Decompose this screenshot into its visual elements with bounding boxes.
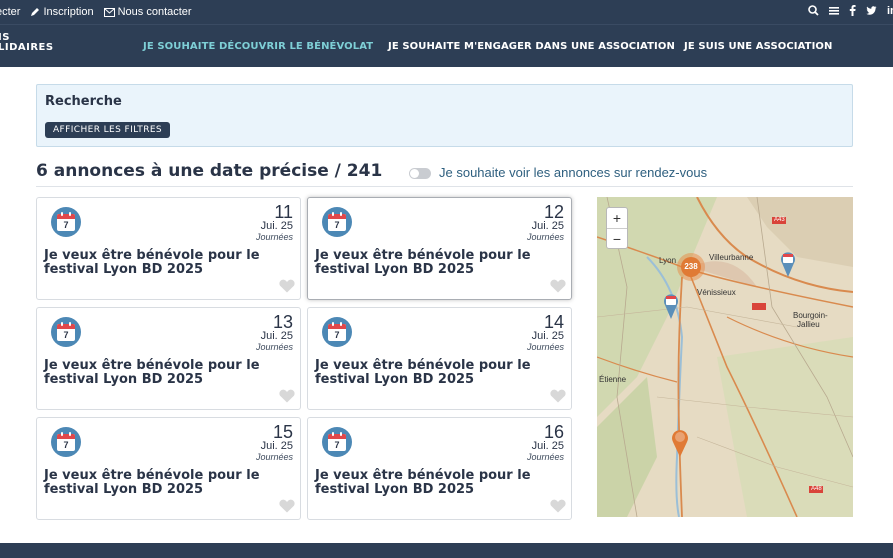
card-month: Jui. 25: [531, 220, 564, 232]
calendar-icon: 7: [322, 317, 352, 347]
menu-icon[interactable]: [829, 5, 839, 16]
card-date: 11 Jui. 25 Journées: [256, 203, 293, 243]
zoom-in-button[interactable]: +: [607, 208, 627, 228]
nav-discover-volunteering[interactable]: JE SOUHAITE DÉCOUVRIR LE BÉNÉVOLAT: [143, 41, 373, 52]
map-label-jallieu: Jallieu: [797, 320, 820, 329]
announcement-card[interactable]: 7 12 Jui. 25 Journées Je veux être bénév…: [307, 197, 572, 300]
social-icons: in: [808, 5, 893, 17]
calendar-icon: 7: [51, 317, 81, 347]
login-link[interactable]: ecter: [0, 6, 20, 18]
cluster-count: 238: [681, 257, 701, 277]
road-label-a43: A43: [774, 217, 785, 223]
card-title[interactable]: Je veux être bénévole pour le festival L…: [44, 249, 284, 277]
card-duration: Journées: [255, 342, 293, 352]
card-day: 15: [272, 422, 293, 442]
card-date: 13 Jui. 25 Journées: [256, 313, 293, 353]
announcement-card[interactable]: 7 13 Jui. 25 Journées Je veux être bénév…: [36, 307, 301, 410]
map[interactable]: + − Lyon Villeurbanne Vénissieux Bourgoi…: [597, 197, 853, 517]
map-marker-pin[interactable]: [663, 293, 679, 319]
card-title[interactable]: Je veux être bénévole pour le festival L…: [44, 359, 284, 387]
heart-icon[interactable]: [550, 279, 566, 293]
main-navigation: IS LIDAIRES JE SOUHAITE DÉCOUVRIR LE BÉN…: [0, 24, 893, 67]
card-date: 14 Jui. 25 Journées: [527, 313, 564, 353]
contact-link[interactable]: Nous contacter: [103, 6, 192, 18]
appointment-toggle-label[interactable]: Je souhaite voir les annonces sur rendez…: [439, 165, 707, 180]
announcement-card[interactable]: 7 11 Jui. 25 Journées Je veux être bénév…: [36, 197, 301, 300]
search-icon[interactable]: [808, 5, 819, 16]
zoom-out-button[interactable]: −: [607, 229, 627, 249]
appointment-toggle[interactable]: [409, 168, 431, 179]
facebook-icon[interactable]: [849, 5, 856, 16]
map-marker-pin[interactable]: [780, 251, 796, 277]
map-label-lyon: Lyon: [659, 256, 677, 265]
card-month: Jui. 25: [260, 220, 293, 232]
show-filters-button[interactable]: AFFICHER LES FILTRES: [45, 122, 171, 138]
card-month: Jui. 25: [260, 440, 293, 452]
card-month: Jui. 25: [531, 440, 564, 452]
map-marker-activity[interactable]: [671, 429, 689, 457]
card-month: Jui. 25: [260, 330, 293, 342]
search-title: Recherche: [45, 94, 122, 109]
card-day: 16: [543, 422, 564, 442]
calendar-icon: 7: [322, 207, 352, 237]
card-date: 15 Jui. 25 Journées: [256, 423, 293, 463]
heart-icon[interactable]: [550, 499, 566, 513]
top-links: ecter Inscription Nous contacter: [0, 6, 192, 18]
heart-icon[interactable]: [279, 499, 295, 513]
card-duration: Journées: [526, 342, 564, 352]
card-title[interactable]: Je veux être bénévole pour le festival L…: [44, 469, 284, 497]
search-panel: Recherche AFFICHER LES FILTRES: [36, 84, 853, 147]
card-day: 14: [543, 312, 564, 332]
map-cluster[interactable]: 238: [677, 253, 705, 281]
card-day: 13: [272, 312, 293, 332]
results-count: 6 annonces à une date précise / 241: [36, 161, 383, 181]
linkedin-icon[interactable]: in: [887, 5, 893, 17]
map-label-villeurbanne: Villeurbanne: [709, 253, 754, 262]
calendar-icon: 7: [51, 207, 81, 237]
heart-icon[interactable]: [279, 389, 295, 403]
card-duration: Journées: [526, 232, 564, 242]
twitter-icon[interactable]: [866, 5, 877, 16]
top-utility-bar: ecter Inscription Nous contacter in: [0, 0, 893, 24]
nav-i-am-association[interactable]: JE SUIS UNE ASSOCIATION: [684, 41, 833, 52]
heart-icon[interactable]: [279, 279, 295, 293]
announcement-card[interactable]: 7 16 Jui. 25 Journées Je veux être bénév…: [307, 417, 572, 520]
map-label-etienne: Étienne: [599, 375, 627, 384]
card-title[interactable]: Je veux être bénévole pour le festival L…: [315, 249, 555, 277]
card-duration: Journées: [526, 452, 564, 462]
zoom-control: + −: [606, 207, 628, 249]
site-logo[interactable]: IS LIDAIRES: [0, 33, 54, 53]
map-background: [597, 197, 853, 517]
calendar-icon: 7: [51, 427, 81, 457]
card-date: 16 Jui. 25 Journées: [527, 423, 564, 463]
announcement-card[interactable]: 7 14 Jui. 25 Journées Je veux être bénév…: [307, 307, 572, 410]
heart-icon[interactable]: [550, 389, 566, 403]
envelope-icon: [103, 7, 115, 17]
card-day: 11: [274, 202, 293, 222]
nav-engage-association[interactable]: JE SOUHAITE M'ENGAGER DANS UNE ASSOCIATI…: [388, 41, 675, 52]
card-date: 12 Jui. 25 Journées: [527, 203, 564, 243]
register-link[interactable]: Inscription: [30, 6, 94, 18]
announcement-card[interactable]: 7 15 Jui. 25 Journées Je veux être bénév…: [36, 417, 301, 520]
card-title[interactable]: Je veux être bénévole pour le festival L…: [315, 359, 555, 387]
map-label-bourgoin: Bourgoin-: [793, 311, 828, 320]
divider: [36, 186, 853, 187]
logo-line-2: LIDAIRES: [0, 42, 54, 53]
road-label-a48: A48: [811, 486, 822, 492]
map-label-venissieux: Vénissieux: [697, 288, 736, 297]
footer-bar: [0, 543, 893, 558]
card-day: 12: [543, 202, 564, 222]
card-month: Jui. 25: [531, 330, 564, 342]
card-duration: Journées: [255, 452, 293, 462]
card-title[interactable]: Je veux être bénévole pour le festival L…: [315, 469, 555, 497]
calendar-icon: 7: [322, 427, 352, 457]
pencil-icon: [31, 8, 40, 16]
card-duration: Journées: [255, 232, 293, 242]
